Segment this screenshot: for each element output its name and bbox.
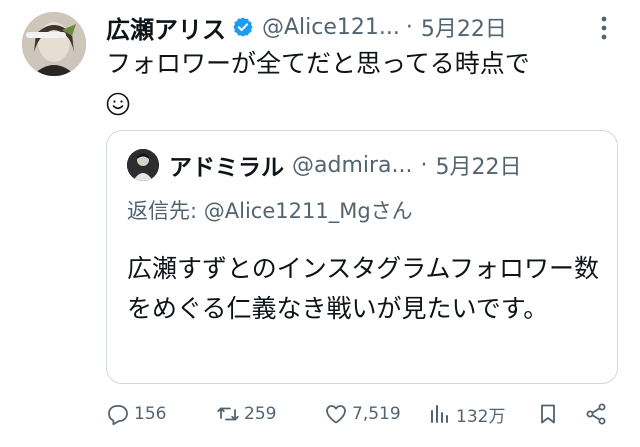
reply-to-handle: @Alice1211_Mgさん: [203, 199, 413, 223]
retweet-button[interactable]: 259: [216, 396, 276, 432]
quoted-tweet-header: アドミラル @admira... · 5月22日: [127, 149, 522, 181]
quoted-author-avatar: [127, 149, 159, 181]
views-icon: [431, 405, 448, 423]
reply-prefix: 返信先:: [127, 199, 204, 223]
reply-context: 返信先: @Alice1211_Mgさん: [127, 195, 413, 225]
author-handle[interactable]: @Alice121...: [262, 15, 400, 40]
separator-dot: ·: [405, 14, 413, 40]
action-bar: 156 259 7,519 132万: [106, 396, 626, 432]
quoted-author-handle: @admira...: [292, 152, 413, 178]
reply-button[interactable]: 156: [106, 396, 166, 432]
share-button[interactable]: [584, 396, 608, 432]
separator-dot: ·: [420, 152, 428, 178]
reply-count: 156: [134, 404, 167, 424]
quoted-tweet[interactable]: アドミラル @admira... · 5月22日 返信先: @Alice1211…: [106, 130, 618, 384]
heart-icon: [326, 405, 346, 424]
quoted-author-name: アドミラル: [169, 155, 284, 181]
smiling-face-icon: [106, 92, 130, 116]
tweet-date[interactable]: 5月22日: [421, 11, 507, 43]
author-name[interactable]: 広瀬アリス: [106, 10, 226, 45]
quoted-tweet-text: 広瀬すずとのインスタグラムフォロワー数をめぐる仁義なき戦いが見たいです。: [127, 254, 600, 323]
tweet-header: 広瀬アリス @Alice121... · 5月22日: [106, 10, 507, 44]
quoted-avatar-image: [127, 149, 159, 181]
retweet-icon: [217, 407, 239, 421]
share-icon: [586, 403, 606, 425]
like-button[interactable]: 7,519: [324, 396, 401, 432]
tweet-text: フォロワーが全てだと思ってる時点で: [106, 44, 530, 124]
bookmark-icon: [541, 404, 555, 424]
tweet-text-line: フォロワーが全てだと思ってる時点で: [106, 49, 530, 78]
quoted-tweet-date: 5月22日: [435, 155, 522, 180]
avatar-image: [22, 12, 86, 76]
reply-icon: [108, 405, 128, 426]
bookmark-button[interactable]: [536, 396, 560, 432]
retweet-count: 259: [244, 404, 277, 424]
views-button[interactable]: 132万: [428, 396, 505, 432]
like-count: 7,519: [352, 404, 401, 424]
more-options-icon[interactable]: [596, 14, 612, 42]
verified-badge-icon: [233, 17, 253, 37]
author-avatar[interactable]: [22, 12, 86, 76]
view-count: 132万: [456, 406, 506, 427]
